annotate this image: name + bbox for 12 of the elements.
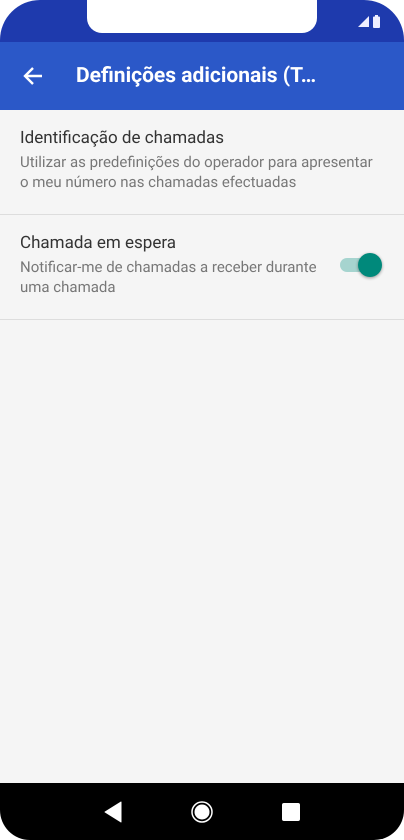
back-button[interactable] (22, 65, 44, 87)
home-button[interactable] (190, 800, 213, 822)
signal-icon (358, 16, 369, 26)
screen-title: Definições adicionais (T… (76, 64, 316, 88)
toggle-switch[interactable] (338, 253, 382, 277)
battery-icon (373, 14, 380, 28)
recents-button[interactable] (282, 802, 300, 820)
setting-title: Chamada em espera (20, 233, 178, 253)
setting-summary: Utilizar as predefinições do operador para apresentar o meu número nas chamadas efectuadas (20, 152, 374, 192)
back-nav-button[interactable] (104, 800, 122, 822)
setting-title: Identificação de chamadas (20, 128, 226, 148)
setting-summary: Notificar-me de chamadas a receber durante uma chamada (20, 257, 318, 297)
